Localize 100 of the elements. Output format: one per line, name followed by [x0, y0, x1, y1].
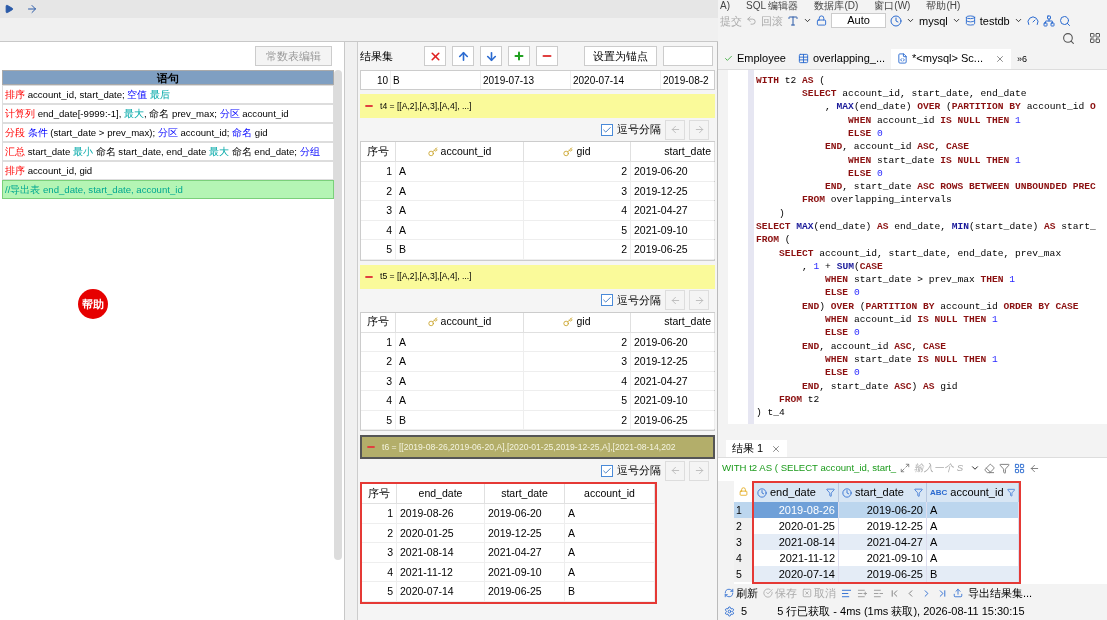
gauge-icon[interactable] — [1026, 14, 1039, 27]
close-icon[interactable] — [771, 443, 782, 454]
search-icon[interactable] — [1058, 14, 1071, 27]
key-icon — [563, 146, 574, 157]
filter-field[interactable]: 输入一个 S — [914, 461, 967, 476]
code-line: END, account_id ASC, CASE — [824, 140, 970, 154]
variable-label: t4 = [[A,2],[A,3],[A,4], ...] — [380, 99, 472, 113]
action-label: 保存 — [775, 585, 797, 601]
result-tab[interactable]: 结果 1 — [726, 440, 788, 458]
last-icon[interactable] — [937, 587, 948, 599]
editor-tab[interactable]: *<mysql> Sc... — [891, 48, 1011, 69]
plus-icon — [513, 50, 525, 62]
editor-tab[interactable]: Employee — [718, 48, 792, 69]
result-row[interactable]: 2020-07-14 2019-06-25 B — [754, 566, 1019, 583]
result-row[interactable]: 2021-08-14 2021-04-27 A — [754, 534, 1019, 551]
table-cell: B — [396, 240, 524, 259]
filter-icon[interactable] — [914, 488, 923, 498]
move-up-button[interactable] — [452, 46, 474, 66]
export-button[interactable]: 导出结果集... — [968, 584, 1033, 602]
filter-icon[interactable] — [999, 462, 1011, 474]
step-icon[interactable] — [26, 3, 38, 15]
rollback-icon[interactable] — [746, 15, 757, 27]
tree-icon[interactable] — [1042, 14, 1055, 27]
table-cell: 2021-11-12 — [397, 562, 485, 581]
menu-item[interactable]: SQL 编辑器 — [746, 0, 799, 12]
editor-tab[interactable]: overlapping_... — [791, 48, 892, 69]
comma-label: 逗号分隔 — [617, 122, 661, 138]
code-line: ) — [778, 206, 785, 220]
lock-icon[interactable] — [816, 15, 827, 27]
help-badge[interactable]: 帮助 — [78, 289, 108, 319]
eraser-icon[interactable] — [984, 462, 996, 474]
remove-button[interactable] — [536, 46, 558, 66]
statement-row[interactable]: 分段 条件 (start_date > prev_max); 分区 account_id; 命名 gid — [2, 123, 334, 142]
mode-field[interactable]: Auto — [831, 13, 886, 29]
column-header[interactable]: end_date — [754, 483, 839, 503]
settings-icon[interactable] — [724, 605, 735, 617]
statement-row[interactable]: 排序 account_id, gid — [2, 161, 334, 180]
table-cell: A — [396, 371, 524, 390]
table-cell: 2 — [362, 523, 397, 542]
action-label: 刷新 — [736, 585, 758, 601]
menu-item[interactable]: A) — [720, 0, 730, 12]
scrollbar[interactable] — [334, 70, 342, 560]
comma-checkbox[interactable] — [601, 123, 613, 136]
code-line: , 1 + SUM(CASE — [801, 259, 883, 274]
add-row-icon[interactable] — [857, 587, 868, 599]
format-icon[interactable] — [787, 14, 799, 27]
variable-bar[interactable]: t4 = [[A,2],[A,3],[A,4], ...] — [360, 94, 715, 118]
row-number: 3 — [734, 534, 752, 551]
column-label: 序号 — [367, 143, 389, 159]
table-cell: 2021-09-10 — [631, 220, 715, 239]
row-number: 2 — [734, 518, 752, 535]
first-icon[interactable] — [889, 587, 900, 599]
fetch-size[interactable]: 5 — [741, 602, 748, 620]
expand-icon[interactable] — [900, 463, 911, 474]
connection-selector[interactable]: mysql — [919, 12, 948, 30]
search-icon[interactable] — [1062, 31, 1075, 45]
filter-icon[interactable] — [826, 488, 835, 498]
back-icon[interactable] — [1029, 462, 1041, 474]
add-button[interactable] — [508, 46, 530, 66]
grid-icon[interactable] — [1014, 462, 1026, 474]
column-header[interactable]: ABC account_id — [927, 483, 1019, 503]
comma-checkbox[interactable] — [601, 464, 613, 477]
more-tabs[interactable]: »6 — [1011, 48, 1034, 69]
close-icon[interactable] — [995, 53, 1005, 64]
column-label: account_id — [440, 314, 492, 330]
filter-icon[interactable] — [1006, 488, 1015, 498]
grid-icon[interactable] — [1089, 32, 1101, 45]
menu-item[interactable]: 数据库(D) — [814, 0, 859, 12]
delete-button[interactable] — [424, 46, 446, 66]
menu-item[interactable]: 窗口(W) — [874, 0, 911, 12]
export-icon[interactable] — [953, 588, 963, 599]
delete-row-icon[interactable] — [873, 587, 884, 599]
statement-row[interactable]: 计算列 end_date[-9999:-1], 最大, 命名 prev_max; 分区 account_id — [2, 104, 334, 123]
query-text: WITH t2 AS ( SELECT account_id, start_ — [722, 461, 897, 475]
align-icon[interactable] — [841, 587, 852, 599]
run-icon[interactable] — [4, 4, 14, 14]
table-cell: 3 — [361, 371, 396, 390]
column-header[interactable]: start_date — [839, 483, 927, 503]
table-cell: 3 — [524, 352, 631, 371]
move-down-button[interactable] — [480, 46, 502, 66]
comma-checkbox[interactable] — [601, 294, 613, 306]
menu-item[interactable]: 帮助(H) — [926, 0, 961, 12]
statement-row[interactable]: 排序 account_id, start_date; 空值 最后 — [2, 85, 334, 104]
table-cell: 2019-06-25 — [631, 240, 715, 259]
refresh-icon — [724, 588, 734, 599]
anchor-field[interactable] — [663, 46, 713, 66]
set-anchor-button[interactable]: 设置为锚点 — [584, 46, 657, 66]
variable-bar[interactable]: t5 = [[A,2],[A,3],[A,4], ...] — [360, 264, 715, 289]
database-icon[interactable] — [964, 15, 976, 27]
table-cell: A — [396, 332, 524, 351]
action-button[interactable]: 刷新 — [724, 584, 758, 602]
arrow-down-icon — [484, 49, 498, 63]
column-label: end_date — [418, 485, 463, 501]
clock-icon — [842, 487, 852, 498]
table-cell: 2020-07-14 — [571, 71, 661, 89]
table-cell: 2021-04-27 — [631, 371, 715, 390]
clock-icon[interactable] — [890, 14, 902, 27]
result-row[interactable]: 2019-08-26 2019-06-20 A — [754, 502, 1019, 519]
statement-row[interactable]: 汇总 start_date 最小 命名 start_date, end_date 最大 命名 end_date; 分组 — [2, 142, 334, 161]
database-selector[interactable]: testdb — [979, 12, 1010, 30]
